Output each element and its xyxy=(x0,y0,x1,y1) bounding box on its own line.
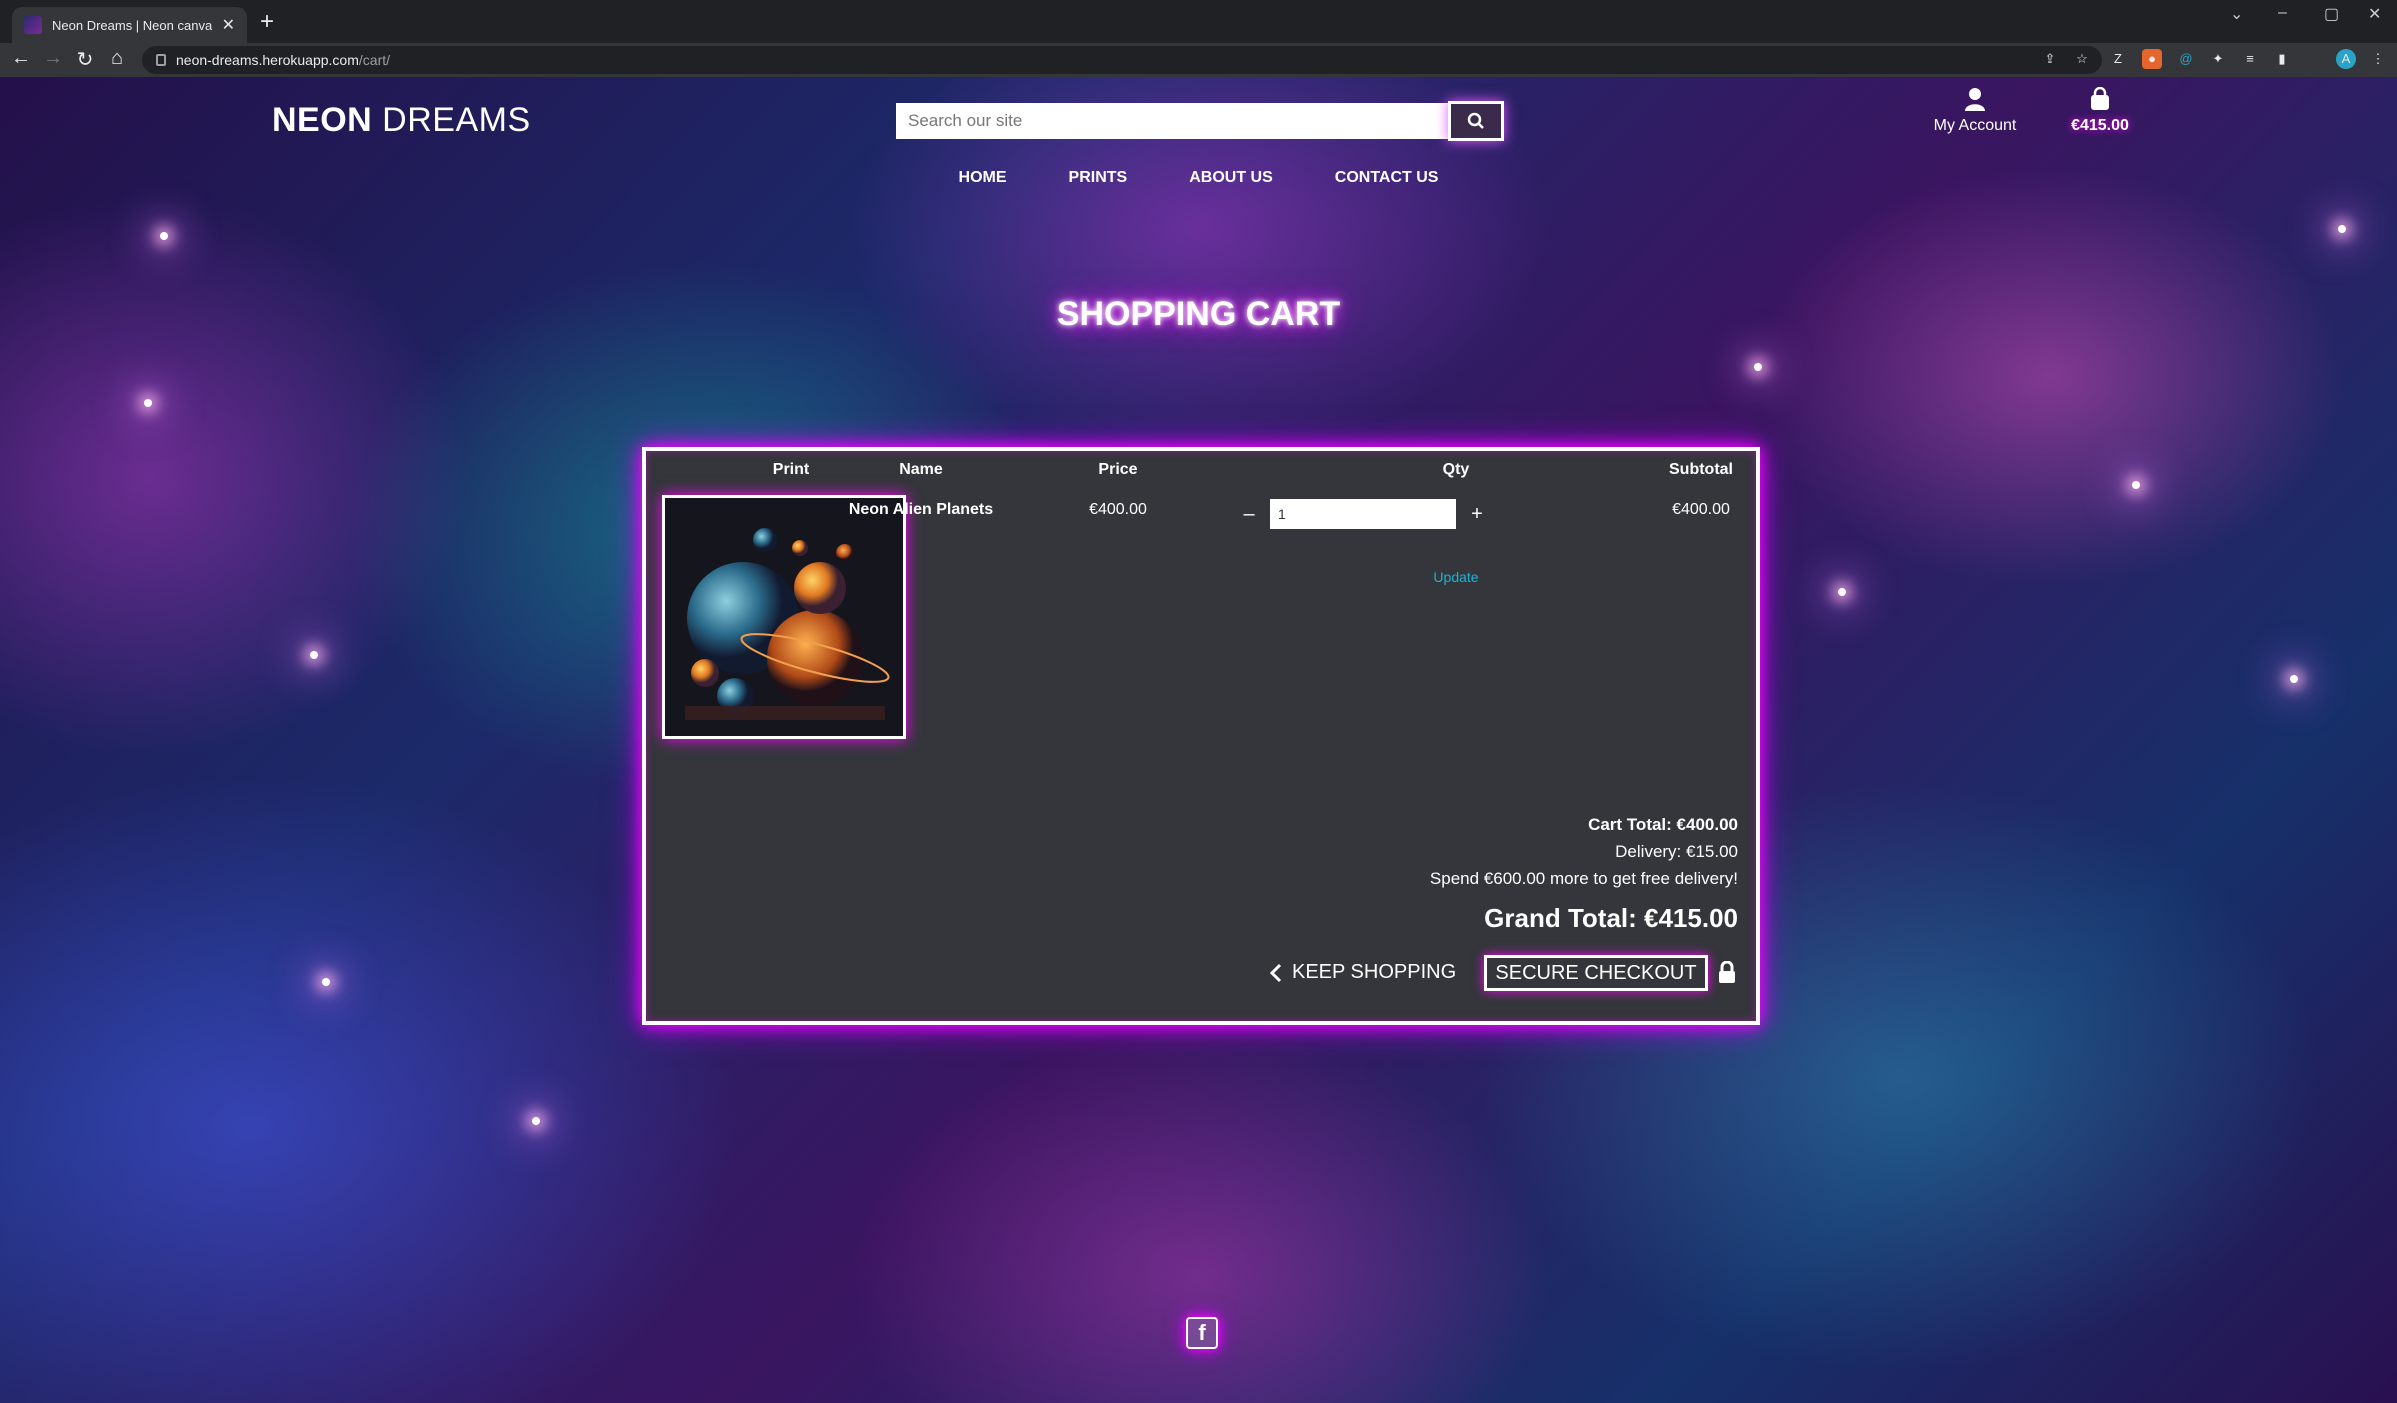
reload-icon[interactable]: ↻ xyxy=(72,47,98,72)
item-name[interactable]: Neon Alien Planets xyxy=(846,501,996,519)
quantity-stepper: – + xyxy=(1238,499,1488,529)
extension-shield-icon[interactable]: ● xyxy=(2142,49,2162,69)
planets-artwork xyxy=(665,498,903,736)
nav-contact-us[interactable]: CONTACT US xyxy=(1335,169,1439,187)
decorative-star xyxy=(2132,481,2140,489)
minimize-icon[interactable]: – xyxy=(2278,4,2287,22)
search-button[interactable] xyxy=(1448,101,1504,141)
decorative-star xyxy=(1754,363,1762,371)
close-window-icon[interactable]: ✕ xyxy=(2368,4,2381,24)
extension-a-icon[interactable]: @ xyxy=(2176,49,2196,69)
menu-kebab-icon[interactable]: ⋮ xyxy=(2368,49,2388,69)
secure-checkout-button[interactable]: SECURE CHECKOUT xyxy=(1484,955,1708,991)
item-price: €400.00 xyxy=(1089,501,1147,518)
browser-toolbar: ← → ↻ ⌂ neon-dreams.herokuapp.com/cart/ … xyxy=(0,43,2397,77)
user-icon xyxy=(1965,88,1985,111)
decorative-star xyxy=(532,1117,540,1125)
search-icon xyxy=(1467,112,1484,129)
search-input[interactable] xyxy=(896,103,1448,139)
product-image[interactable] xyxy=(662,495,906,739)
decrement-qty-button[interactable]: – xyxy=(1238,503,1260,526)
item-subtotal: €400.00 xyxy=(1672,501,1730,518)
bookmark-star-icon[interactable]: ☆ xyxy=(2072,49,2092,69)
delivery-cost: Delivery: €15.00 xyxy=(1615,842,1738,861)
page-background: NEON DREAMS My Account €415.00 HOME PRIN… xyxy=(0,77,2397,1403)
nav-home[interactable]: HOME xyxy=(959,169,1007,187)
page-title: SHOPPING CART xyxy=(1056,295,1341,333)
shopping-bag-link[interactable]: €415.00 xyxy=(2050,87,2150,135)
col-print: Print xyxy=(772,461,810,478)
keep-shopping-label: KEEP SHOPPING xyxy=(1292,961,1457,983)
new-tab-icon[interactable]: + xyxy=(260,8,274,36)
tab-search-icon[interactable]: ⌄ xyxy=(2230,4,2243,24)
bag-total: €415.00 xyxy=(2071,117,2129,134)
url-host: neon-dreams.herokuapp.com xyxy=(176,52,359,68)
logo-light-text: DREAMS xyxy=(372,101,531,139)
quantity-input[interactable] xyxy=(1270,499,1456,529)
decorative-star xyxy=(2290,675,2298,683)
decorative-star xyxy=(1838,588,1846,596)
increment-qty-button[interactable]: + xyxy=(1466,503,1488,526)
forward-icon[interactable]: → xyxy=(40,47,66,70)
site-logo[interactable]: NEON DREAMS xyxy=(272,101,531,140)
col-price: Price xyxy=(1098,461,1138,478)
decorative-star xyxy=(2338,225,2346,233)
cart-panel: Print Name Price Qty Subtotal Neon Alien… xyxy=(642,447,1760,1025)
side-panel-icon[interactable]: ▮ xyxy=(2272,49,2292,69)
shopping-bag-icon xyxy=(2091,87,2109,110)
decorative-star xyxy=(310,651,318,659)
nav-prints[interactable]: PRINTS xyxy=(1069,169,1128,187)
col-subtotal: Subtotal xyxy=(1669,461,1733,478)
extension-puzzle-icon[interactable]: ✦ xyxy=(2208,49,2228,69)
decorative-star xyxy=(144,399,152,407)
logo-bold-text: NEON xyxy=(272,101,373,139)
chevron-left-icon xyxy=(1270,963,1282,982)
url-path: /cart/ xyxy=(358,52,391,68)
home-icon[interactable]: ⌂ xyxy=(104,47,130,70)
reading-list-icon[interactable]: ≡ xyxy=(2240,49,2260,69)
my-account-label: My Account xyxy=(1933,117,2017,134)
update-link[interactable]: Update xyxy=(1381,569,1531,585)
nav-about-us[interactable]: ABOUT US xyxy=(1189,169,1273,187)
decorative-star xyxy=(322,978,330,986)
col-name: Name xyxy=(899,461,943,478)
tab-title: Neon Dreams | Neon canvas pri xyxy=(52,17,212,33)
extension-z-icon[interactable]: Z xyxy=(2108,49,2128,69)
decorative-star xyxy=(160,232,168,240)
browser-tab[interactable]: Neon Dreams | Neon canvas pri ✕ xyxy=(12,7,247,43)
lock-icon xyxy=(156,54,166,66)
facebook-icon[interactable]: f xyxy=(1186,1317,1218,1349)
keep-shopping-button[interactable]: KEEP SHOPPING xyxy=(1270,961,1456,984)
cart-totals: Cart Total: €400.00 Delivery: €15.00 Spe… xyxy=(1430,811,1738,892)
lock-icon xyxy=(1719,961,1735,983)
share-icon[interactable]: ⇪ xyxy=(2040,49,2060,69)
browser-tab-bar: Neon Dreams | Neon canvas pri ✕ + ⌄ – ▢ … xyxy=(0,0,2397,43)
address-bar[interactable]: neon-dreams.herokuapp.com/cart/ xyxy=(142,46,2102,74)
my-account-link[interactable]: My Account xyxy=(1920,87,2030,135)
grand-total: Grand Total: €415.00 xyxy=(1484,903,1738,933)
close-tab-icon[interactable]: ✕ xyxy=(222,15,235,35)
back-icon[interactable]: ← xyxy=(8,47,34,70)
profile-avatar[interactable]: A xyxy=(2336,49,2356,69)
site-search xyxy=(896,101,1504,141)
maximize-icon[interactable]: ▢ xyxy=(2324,4,2339,24)
site-favicon-icon xyxy=(24,16,42,34)
cart-total: Cart Total: €400.00 xyxy=(1588,815,1738,834)
main-nav: HOME PRINTS ABOUT US CONTACT US xyxy=(0,169,2397,187)
col-qty: Qty xyxy=(1442,461,1470,478)
free-delivery-note: Spend €600.00 more to get free delivery! xyxy=(1429,869,1738,888)
